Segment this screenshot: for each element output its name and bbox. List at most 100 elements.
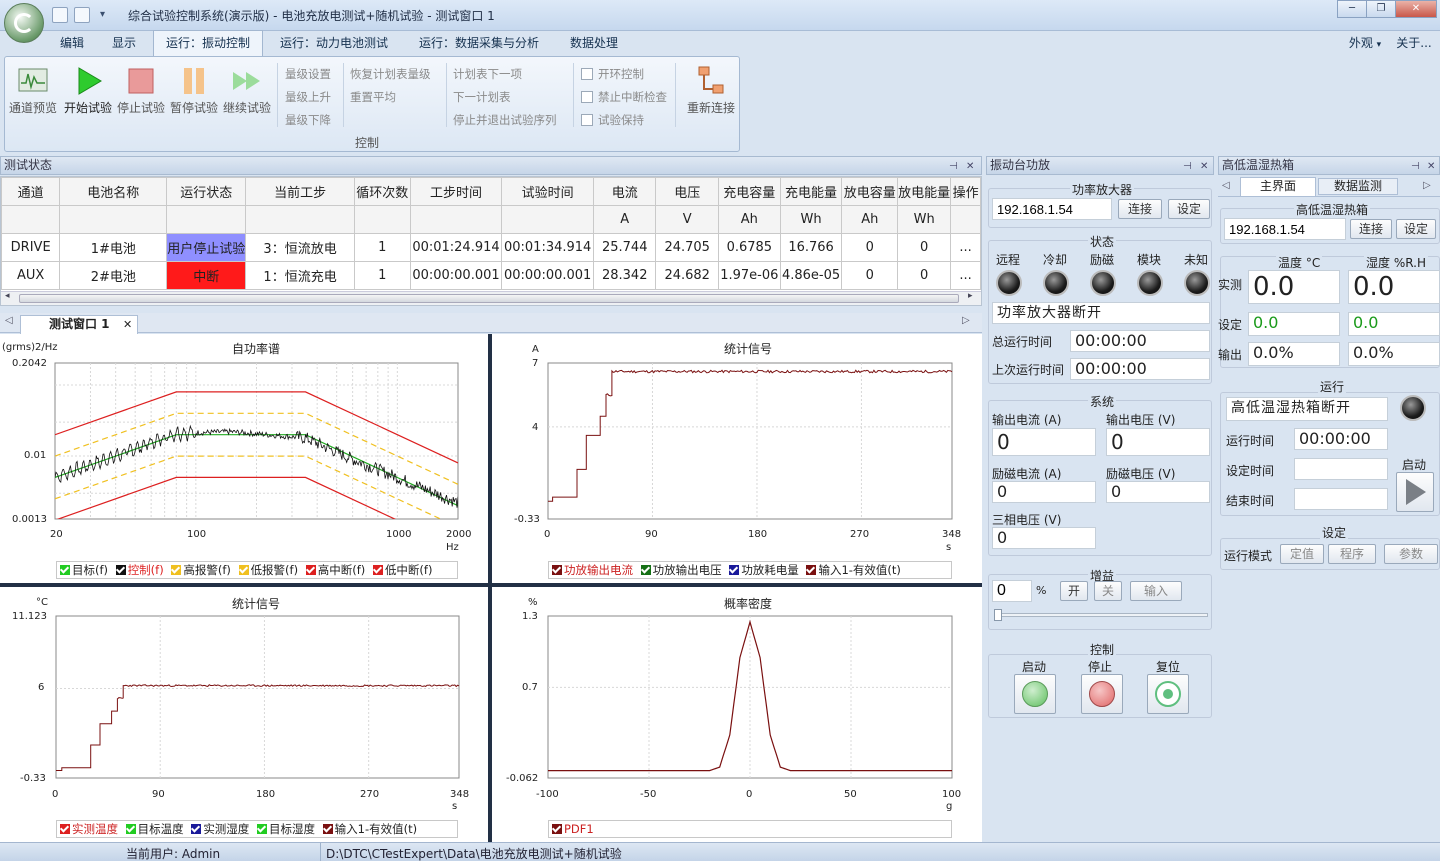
column-header[interactable]: 操作 [950, 177, 981, 206]
gain-apply-button[interactable]: 输入 [1130, 581, 1182, 601]
chamber-ip-input[interactable] [1224, 218, 1346, 240]
reconnect-button[interactable]: 重新连接 [683, 63, 739, 116]
close-tab-icon[interactable]: ✕ [123, 316, 132, 333]
column-header[interactable]: 运行状态 [166, 177, 247, 206]
tab-data-monitor[interactable]: 数据监测 [1318, 178, 1398, 195]
disable-abort-check-checkbox[interactable]: 禁止中断检查 [581, 89, 667, 105]
gain-off-button[interactable]: 关 [1094, 581, 1122, 601]
start-test-button[interactable]: 开始试验 [62, 63, 114, 116]
close-panel-icon[interactable]: ✕ [1200, 158, 1208, 175]
test-hold-checkbox[interactable]: 试验保持 [581, 112, 644, 128]
tab-scroll-right-icon[interactable]: ▷ [962, 315, 970, 326]
chamber-settings-button[interactable]: 设定 [1396, 219, 1436, 239]
tab-run-daq[interactable]: 运行：数据采集与分析 [408, 31, 550, 55]
amp-start-button[interactable] [1014, 674, 1056, 714]
doc-tab-test-window-1[interactable]: 测试窗口 1 ✕ [20, 315, 138, 334]
chamber-connect-button[interactable]: 连接 [1350, 219, 1392, 239]
probability-density-chart[interactable]: 概率密度 % g 1.3 0.7 -0.062 -100 -50 0 50 10… [492, 587, 982, 842]
amp-reset-button[interactable] [1147, 674, 1189, 714]
legend-item[interactable]: 功放输出电流 [552, 563, 633, 577]
column-header[interactable]: 循环次数 [353, 177, 411, 206]
tab-scroll-right-icon[interactable]: ▷ [1423, 180, 1431, 191]
tab-data-processing[interactable]: 数据处理 [556, 31, 632, 55]
stat-signal-temp-chart[interactable]: 统计信号 °C s 11.123 6 -0.33 0 90 180 270 34… [0, 587, 488, 842]
column-header[interactable]: 通道 [1, 177, 61, 206]
legend-item[interactable]: 功放输出电压 [640, 563, 722, 577]
gain-slider-thumb[interactable] [994, 609, 1002, 621]
stop-test-button[interactable]: 停止试验 [115, 63, 167, 116]
legend-item[interactable]: 实测温度 [60, 822, 118, 836]
params-button[interactable]: 参数 [1384, 544, 1438, 564]
column-header[interactable]: 当前工步 [245, 177, 355, 206]
level-down-button[interactable]: 量级下降 [285, 112, 331, 128]
about-menu[interactable]: 关于... [1392, 31, 1436, 55]
amp-ip-input[interactable] [992, 198, 1112, 220]
row-action-button[interactable]: ... [950, 233, 981, 262]
level-up-button[interactable]: 量级上升 [285, 89, 331, 105]
legend-item[interactable]: 输入1-有效值(t) [322, 822, 417, 836]
column-header[interactable]: 电池名称 [59, 177, 168, 206]
horizontal-scrollbar[interactable]: ◂ ▸ [1, 291, 981, 305]
close-button[interactable]: ✕ [1395, 0, 1437, 18]
tab-view[interactable]: 显示 [100, 31, 148, 55]
column-header[interactable]: 电流 [592, 177, 657, 206]
legend-item[interactable]: PDF1 [552, 822, 594, 836]
column-header[interactable]: 工步时间 [409, 177, 503, 206]
psd-chart[interactable]: 自功率谱 (grms)2/Hz Hz 0.2042 0.01 0.0013 20… [0, 334, 488, 583]
legend-item[interactable]: 输入1-有效值(t) [806, 563, 901, 577]
gain-on-button[interactable]: 开 [1060, 581, 1088, 601]
reset-average-button[interactable]: 重置平均 [350, 89, 396, 105]
legend-item[interactable]: 高报警(f) [171, 563, 231, 577]
legend-item[interactable]: 高中断(f) [305, 563, 365, 577]
mode-fixed-button[interactable]: 定值 [1280, 544, 1324, 564]
legend-item[interactable]: 低中断(f) [372, 563, 432, 577]
tab-scroll-left-icon[interactable]: ◁ [5, 315, 13, 326]
set-time-input[interactable] [1294, 458, 1388, 480]
column-header[interactable]: 充电能量 [779, 177, 843, 206]
legend-item[interactable]: 功放耗电量 [729, 563, 799, 577]
appearance-menu[interactable]: 外观 ▾ [1345, 31, 1385, 55]
level-setting-button[interactable]: 量级设置 [285, 66, 331, 82]
pin-icon[interactable]: ⊣ [1183, 158, 1192, 175]
column-header[interactable]: 试验时间 [501, 177, 594, 206]
tab-edit[interactable]: 编辑 [48, 31, 96, 55]
column-header[interactable]: 充电容量 [717, 177, 781, 206]
resume-test-button[interactable]: 继续试验 [221, 63, 273, 116]
amp-connect-button[interactable]: 连接 [1118, 199, 1162, 219]
row-action-button[interactable]: ... [950, 261, 981, 290]
next-schedule-button[interactable]: 下一计划表 [453, 89, 511, 105]
legend-item[interactable]: 低报警(f) [238, 563, 298, 577]
pin-icon[interactable]: ⊣ [1411, 158, 1420, 175]
quick-access-dropdown-icon[interactable]: ▾ [100, 9, 105, 20]
legend-item[interactable]: 目标湿度 [256, 822, 315, 836]
app-menu-orb-icon[interactable] [4, 3, 44, 43]
pin-icon[interactable]: ⊣ [949, 158, 958, 175]
stat-signal-current-chart[interactable]: 统计信号 A s 7 4 -0.33 0 90 180 270 348 功放输出… [492, 334, 982, 583]
amp-stop-button[interactable] [1081, 674, 1123, 714]
chamber-start-button[interactable] [1396, 472, 1434, 512]
legend-item[interactable]: 实测湿度 [191, 822, 249, 836]
column-header[interactable]: 放电容量 [841, 177, 899, 206]
scrollbar-thumb[interactable] [19, 294, 959, 303]
stop-exit-sequence-button[interactable]: 停止并退出试验序列 [453, 112, 557, 128]
tab-scroll-left-icon[interactable]: ◁ [1222, 180, 1230, 191]
legend-item[interactable]: 控制(f) [115, 563, 164, 577]
scroll-right-icon[interactable]: ▸ [968, 291, 973, 301]
end-time-input[interactable] [1294, 488, 1388, 510]
minimize-button[interactable]: ─ [1337, 0, 1367, 18]
pause-test-button[interactable]: 暂停试验 [168, 63, 220, 116]
gain-input[interactable] [992, 580, 1032, 602]
tab-run-battery[interactable]: 运行：动力电池测试 [270, 31, 398, 55]
schedule-next-item-button[interactable]: 计划表下一项 [453, 66, 522, 82]
tab-main[interactable]: 主界面 [1240, 177, 1316, 196]
amp-settings-button[interactable]: 设定 [1168, 199, 1210, 219]
legend-item[interactable]: 目标(f) [60, 563, 108, 577]
channel-preview-button[interactable]: 通道预览 [7, 63, 59, 116]
column-header[interactable]: 电压 [655, 177, 719, 206]
gain-slider-track[interactable] [994, 609, 1208, 621]
open-loop-checkbox[interactable]: 开环控制 [581, 66, 644, 82]
table-row[interactable]: DRIVE 1#电池 用户停止试验 3：恒流放电 1 00:01:24.914 … [1, 233, 981, 262]
table-row[interactable]: AUX 2#电池 中断 1：恒流充电 1 00:00:00.001 00:00:… [1, 261, 981, 290]
column-header[interactable]: 放电能量 [897, 177, 952, 206]
scroll-left-icon[interactable]: ◂ [5, 291, 10, 301]
